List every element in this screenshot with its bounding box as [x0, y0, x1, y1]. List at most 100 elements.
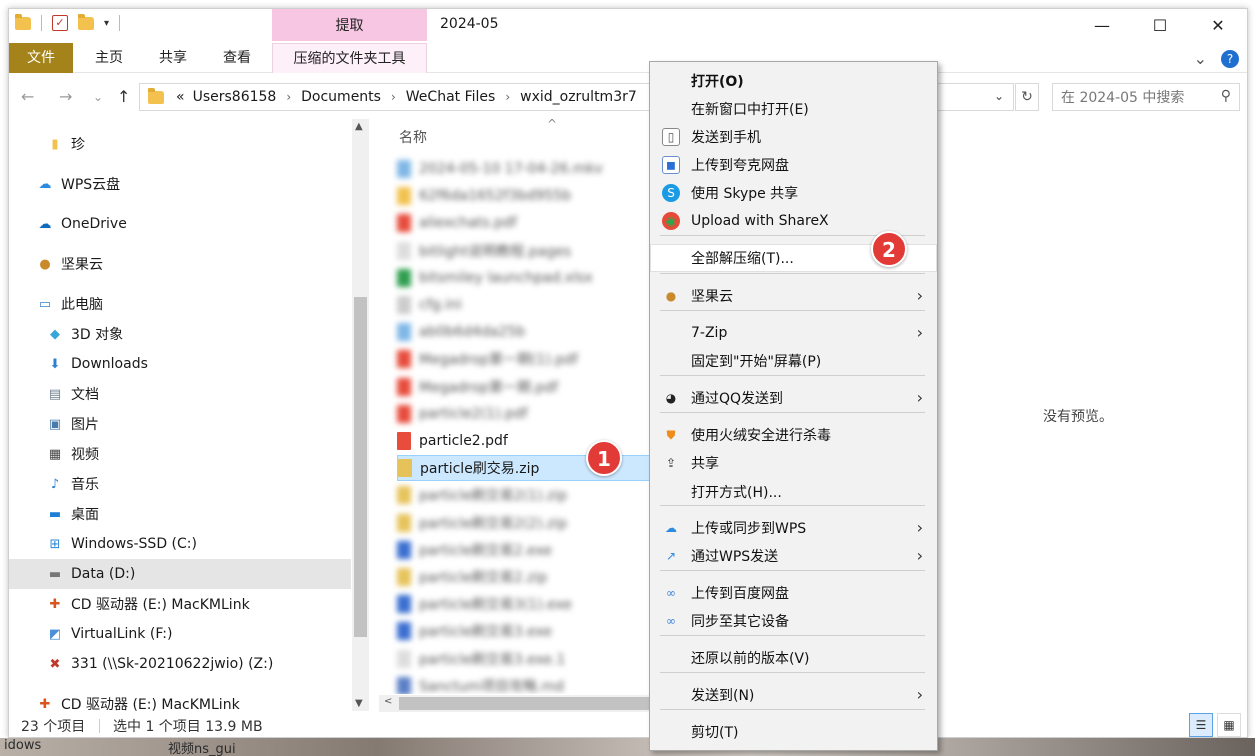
scroll-left-icon[interactable]: <: [384, 696, 392, 707]
back-icon[interactable]: ←: [21, 87, 34, 106]
file-row[interactable]: bitsmiley launchpad.xlsx: [397, 265, 654, 291]
nav-item[interactable]: ✚ CD 驱动器 (E:) MacKMLink: [9, 589, 351, 619]
chevron-right-icon[interactable]: ›: [286, 90, 291, 104]
hscroll-thumb[interactable]: [399, 697, 654, 710]
menu-item[interactable]: ● 坚果云 ›: [650, 282, 937, 310]
nav-scroll-thumb[interactable]: [354, 297, 367, 637]
menu-item[interactable]: ∞ 同步至其它设备: [650, 607, 937, 635]
menu-item[interactable]: 打开方式(H)...: [650, 478, 937, 506]
tab-home[interactable]: 主页: [83, 43, 135, 73]
menu-item[interactable]: 在新窗口中打开(E): [650, 95, 937, 123]
nav-item[interactable]: ▬ 桌面: [9, 499, 351, 529]
file-row[interactable]: 2024-05-10 17-04-26.mkv: [397, 156, 654, 182]
up-icon[interactable]: ↑: [117, 87, 130, 106]
breadcrumb-documents[interactable]: Documents: [301, 89, 381, 105]
menu-item-label: 发送到手机: [691, 130, 761, 146]
file-row[interactable]: aliexchats.pdf: [397, 210, 654, 236]
tab-compressed-folder-tools[interactable]: 压缩的文件夹工具: [272, 43, 427, 73]
nav-item[interactable]: ▣ 图片: [9, 409, 351, 439]
breadcrumb-users[interactable]: Users86158: [193, 89, 277, 105]
breadcrumb-overflow[interactable]: «: [176, 89, 185, 105]
minimize-button[interactable]: —: [1073, 9, 1131, 41]
menu-separator: [660, 310, 925, 311]
nav-item[interactable]: ⬇ Downloads: [9, 349, 351, 379]
file-row[interactable]: particle刷交易2(1).zip: [397, 482, 654, 508]
nav-item[interactable]: ✖ 331 (\\Sk-20210622jwio) (Z:): [9, 649, 351, 679]
chevron-right-icon[interactable]: ›: [391, 90, 396, 104]
file-row[interactable]: Megadrop第一期(1).pdf: [397, 346, 654, 372]
scroll-up-icon[interactable]: ▲: [355, 121, 363, 132]
file-row[interactable]: Megadrop第一期.pdf: [397, 374, 654, 400]
menu-item[interactable]: ◕ 通过QQ发送到 ›: [650, 384, 937, 412]
nav-item[interactable]: ◆ 3D 对象: [9, 319, 351, 349]
close-button[interactable]: ✕: [1189, 9, 1247, 41]
nav-item[interactable]: ◩ VirtualLink (F:): [9, 619, 351, 649]
maximize-button[interactable]: ☐: [1131, 9, 1189, 41]
customize-toolbar-icon[interactable]: ▾: [104, 18, 109, 29]
nav-item[interactable]: ▤ 文档: [9, 379, 351, 409]
nav-item[interactable]: ☁ OneDrive: [9, 209, 351, 239]
nav-item[interactable]: ⊞ Windows-SSD (C:): [9, 529, 351, 559]
refresh-button[interactable]: ↻: [1015, 83, 1039, 111]
tab-view[interactable]: 查看: [211, 43, 263, 73]
file-row[interactable]: Sanctum项目攻略.md: [397, 673, 654, 694]
nav-item[interactable]: ▬ Data (D:): [9, 559, 351, 589]
menu-item[interactable]: ☁ 上传或同步到WPS ›: [650, 514, 937, 542]
file-list-hscrollbar[interactable]: <: [379, 695, 657, 712]
file-row[interactable]: bitlight说明教程.pages: [397, 238, 654, 264]
menu-item[interactable]: ⛊ 使用火绒安全进行杀毒: [650, 421, 937, 449]
menu-separator: [660, 412, 925, 413]
file-row[interactable]: particle刷交易2(2).zip: [397, 510, 654, 536]
nav-item[interactable]: ✚ CD 驱动器 (E:) MacKMLink: [9, 689, 351, 712]
scroll-down-icon[interactable]: ▼: [355, 698, 363, 709]
menu-item[interactable]: S 使用 Skype 共享: [650, 179, 937, 207]
file-row[interactable]: 62f6da1652f3bd955b: [397, 183, 654, 209]
search-icon[interactable]: ⚲: [1221, 88, 1231, 104]
new-folder-icon[interactable]: [78, 13, 94, 30]
menu-item[interactable]: ↗ 通过WPS发送 ›: [650, 542, 937, 570]
nav-item[interactable]: ▮ 珍: [9, 129, 351, 159]
file-row[interactable]: particle刷交易2.exe: [397, 537, 654, 563]
tab-share[interactable]: 共享: [147, 43, 199, 73]
help-icon[interactable]: ?: [1221, 49, 1239, 68]
properties-icon[interactable]: ✓: [52, 15, 68, 31]
large-icons-view-icon[interactable]: ▦: [1217, 713, 1241, 737]
file-row[interactable]: particle刷交易2.zip: [397, 564, 654, 590]
nav-item[interactable]: ☁ WPS云盘: [9, 169, 351, 199]
details-view-icon[interactable]: ☰: [1189, 713, 1213, 737]
nav-item[interactable]: ● 坚果云: [9, 249, 351, 279]
menu-item[interactable]: 剪切(T): [650, 718, 937, 746]
nav-item[interactable]: ♪ 音乐: [9, 469, 351, 499]
breadcrumb-wechat-files[interactable]: WeChat Files: [406, 89, 496, 105]
file-row[interactable]: particle刷交易3.exe.1: [397, 646, 654, 672]
column-header-name[interactable]: 名称: [399, 127, 427, 147]
nav-scrollbar[interactable]: ▲ ▼: [352, 119, 369, 711]
file-row[interactable]: particle刷交易3(1).exe: [397, 591, 654, 617]
forward-icon[interactable]: →: [59, 87, 72, 106]
file-row[interactable]: particle刷交易3.exe: [397, 618, 654, 644]
breadcrumb-wxid[interactable]: wxid_ozrultm3r7: [520, 89, 637, 105]
file-row[interactable]: particle2(1).pdf: [397, 401, 654, 427]
menu-item[interactable]: ◼ 上传到夸克网盘: [650, 151, 937, 179]
collapse-ribbon-icon[interactable]: ⌄: [1194, 49, 1207, 68]
nav-item[interactable]: ▭ 此电脑: [9, 289, 351, 319]
desktop-label: idows: [4, 738, 42, 753]
menu-item[interactable]: 发送到(N) ›: [650, 681, 937, 709]
folder-icon[interactable]: [15, 13, 31, 30]
menu-item[interactable]: 打开(O): [650, 67, 937, 95]
menu-item[interactable]: 固定到"开始"屏幕(P): [650, 347, 937, 375]
chevron-right-icon[interactable]: ›: [505, 90, 510, 104]
file-type-icon: [397, 323, 411, 342]
menu-item[interactable]: ⇪ 共享: [650, 449, 937, 477]
recent-locations-icon[interactable]: ⌄: [93, 90, 103, 104]
tab-file[interactable]: 文件: [9, 43, 73, 73]
search-input[interactable]: 在 2024-05 中搜索 ⚲: [1052, 83, 1240, 111]
file-row[interactable]: cfg.ini: [397, 292, 654, 318]
address-dropdown-icon[interactable]: ⌄: [994, 89, 1004, 103]
nav-item[interactable]: ▦ 视频: [9, 439, 351, 469]
menu-item[interactable]: ▯ 发送到手机: [650, 123, 937, 151]
menu-item[interactable]: 7-Zip ›: [650, 319, 937, 347]
menu-item[interactable]: 还原以前的版本(V): [650, 644, 937, 672]
menu-item[interactable]: ∞ 上传到百度网盘: [650, 579, 937, 607]
file-row[interactable]: ab0b6d4da25b: [397, 319, 654, 345]
